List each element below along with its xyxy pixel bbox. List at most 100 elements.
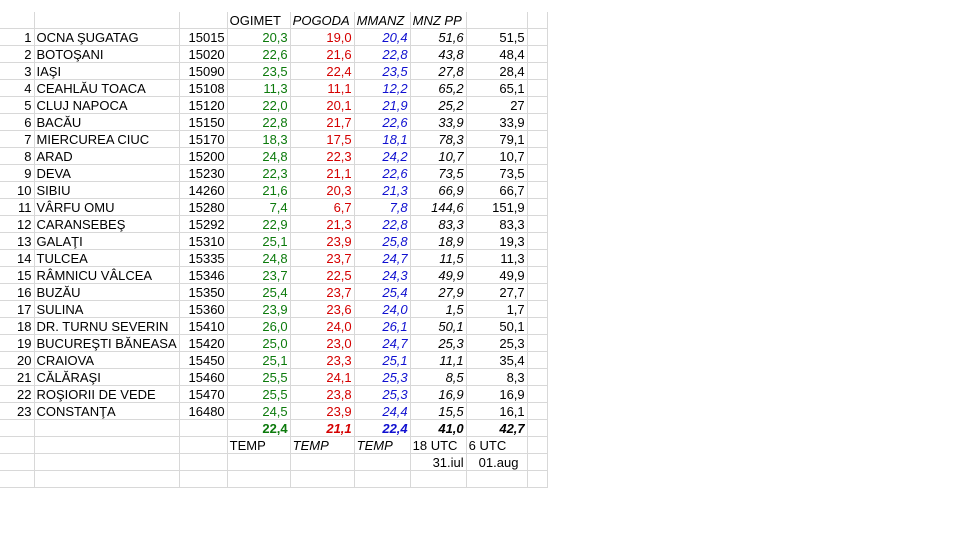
value-mmanz[interactable]: 24,7	[354, 334, 411, 352]
value-ogimet[interactable]: 24,5	[227, 402, 291, 420]
value-pogoda[interactable]: 21,7	[290, 113, 355, 131]
value-observed[interactable]: 50,1	[466, 317, 528, 335]
row-number[interactable]: 7	[0, 130, 35, 148]
value-mnzpp[interactable]: 43,8	[410, 45, 467, 63]
value-mmanz[interactable]: 24,2	[354, 147, 411, 165]
station-code[interactable]: 15360	[179, 300, 228, 318]
cell[interactable]	[410, 470, 467, 488]
value-ogimet[interactable]: 25,0	[227, 334, 291, 352]
station-code[interactable]: 15015	[179, 28, 228, 46]
footer-utc-6[interactable]: 6 UTC	[466, 436, 528, 454]
value-mmanz[interactable]: 25,3	[354, 385, 411, 403]
station-name[interactable]: VÂRFU OMU	[34, 198, 180, 216]
cell[interactable]	[466, 12, 528, 29]
value-observed[interactable]: 1,7	[466, 300, 528, 318]
value-pogoda[interactable]: 21,3	[290, 215, 355, 233]
value-pogoda[interactable]: 19,0	[290, 28, 355, 46]
row-number[interactable]: 11	[0, 198, 35, 216]
row-number[interactable]: 4	[0, 79, 35, 97]
value-ogimet[interactable]: 23,5	[227, 62, 291, 80]
station-code[interactable]: 16480	[179, 402, 228, 420]
value-mnzpp[interactable]: 83,3	[410, 215, 467, 233]
cell[interactable]	[290, 470, 355, 488]
value-mmanz[interactable]: 22,8	[354, 45, 411, 63]
station-name[interactable]: CĂLĂRAŞI	[34, 368, 180, 386]
row-number[interactable]: 19	[0, 334, 35, 352]
cell[interactable]	[527, 79, 548, 97]
value-observed[interactable]: 28,4	[466, 62, 528, 80]
cell[interactable]	[527, 334, 548, 352]
value-mnzpp[interactable]: 11,1	[410, 351, 467, 369]
value-observed[interactable]: 8,3	[466, 368, 528, 386]
station-code[interactable]: 15310	[179, 232, 228, 250]
value-mmanz[interactable]: 25,3	[354, 368, 411, 386]
value-ogimet[interactable]: 20,3	[227, 28, 291, 46]
station-name[interactable]: CEAHLĂU TOACA	[34, 79, 180, 97]
row-number[interactable]: 23	[0, 402, 35, 420]
value-mmanz[interactable]: 22,6	[354, 113, 411, 131]
value-mmanz[interactable]: 24,4	[354, 402, 411, 420]
station-code[interactable]: 15460	[179, 368, 228, 386]
station-name[interactable]: RÂMNICU VÂLCEA	[34, 266, 180, 284]
value-mnzpp[interactable]: 15,5	[410, 402, 467, 420]
value-observed[interactable]: 25,3	[466, 334, 528, 352]
footer-temp-ogimet[interactable]: TEMP	[227, 436, 291, 454]
row-number[interactable]: 8	[0, 147, 35, 165]
value-observed[interactable]: 79,1	[466, 130, 528, 148]
cell[interactable]	[527, 402, 548, 420]
value-mnzpp[interactable]: 49,9	[410, 266, 467, 284]
cell[interactable]	[527, 45, 548, 63]
cell[interactable]	[0, 419, 35, 437]
avg-pogoda[interactable]: 21,1	[290, 419, 355, 437]
value-pogoda[interactable]: 20,1	[290, 96, 355, 114]
value-pogoda[interactable]: 20,3	[290, 181, 355, 199]
value-mnzpp[interactable]: 65,2	[410, 79, 467, 97]
value-ogimet[interactable]: 22,3	[227, 164, 291, 182]
value-pogoda[interactable]: 24,1	[290, 368, 355, 386]
value-pogoda[interactable]: 23,9	[290, 402, 355, 420]
station-name[interactable]: ARAD	[34, 147, 180, 165]
cell[interactable]	[527, 249, 548, 267]
value-mnzpp[interactable]: 66,9	[410, 181, 467, 199]
cell[interactable]	[354, 470, 411, 488]
value-mnzpp[interactable]: 18,9	[410, 232, 467, 250]
cell[interactable]	[527, 470, 548, 488]
station-name[interactable]: BOTOŞANI	[34, 45, 180, 63]
cell[interactable]	[527, 28, 548, 46]
value-mmanz[interactable]: 22,8	[354, 215, 411, 233]
value-pogoda[interactable]: 23,6	[290, 300, 355, 318]
value-mnzpp[interactable]: 33,9	[410, 113, 467, 131]
value-pogoda[interactable]: 6,7	[290, 198, 355, 216]
cell[interactable]	[527, 232, 548, 250]
station-name[interactable]: BUCUREŞTI BĂNEASA	[34, 334, 180, 352]
avg-ogimet[interactable]: 22,4	[227, 419, 291, 437]
station-name[interactable]: SIBIU	[34, 181, 180, 199]
footer-date-1[interactable]: 31.iul	[410, 453, 467, 471]
cell[interactable]	[179, 436, 228, 454]
station-name[interactable]: SULINA	[34, 300, 180, 318]
station-name[interactable]: GALAŢI	[34, 232, 180, 250]
value-mmanz[interactable]: 25,1	[354, 351, 411, 369]
cell[interactable]	[0, 436, 35, 454]
cell[interactable]	[527, 181, 548, 199]
row-number[interactable]: 17	[0, 300, 35, 318]
value-observed[interactable]: 16,9	[466, 385, 528, 403]
header-mnzpp[interactable]: MNZ PP	[410, 12, 467, 29]
value-mmanz[interactable]: 18,1	[354, 130, 411, 148]
value-observed[interactable]: 35,4	[466, 351, 528, 369]
cell[interactable]	[466, 470, 528, 488]
station-code[interactable]: 15450	[179, 351, 228, 369]
value-pogoda[interactable]: 23,7	[290, 249, 355, 267]
value-mnzpp[interactable]: 25,2	[410, 96, 467, 114]
cell[interactable]	[527, 113, 548, 131]
station-code[interactable]: 15420	[179, 334, 228, 352]
station-code[interactable]: 15410	[179, 317, 228, 335]
value-observed[interactable]: 73,5	[466, 164, 528, 182]
value-ogimet[interactable]: 22,6	[227, 45, 291, 63]
avg-obs[interactable]: 42,7	[466, 419, 528, 437]
station-name[interactable]: IAŞI	[34, 62, 180, 80]
station-code[interactable]: 15120	[179, 96, 228, 114]
station-code[interactable]: 15200	[179, 147, 228, 165]
value-ogimet[interactable]: 24,8	[227, 249, 291, 267]
cell[interactable]	[227, 453, 291, 471]
